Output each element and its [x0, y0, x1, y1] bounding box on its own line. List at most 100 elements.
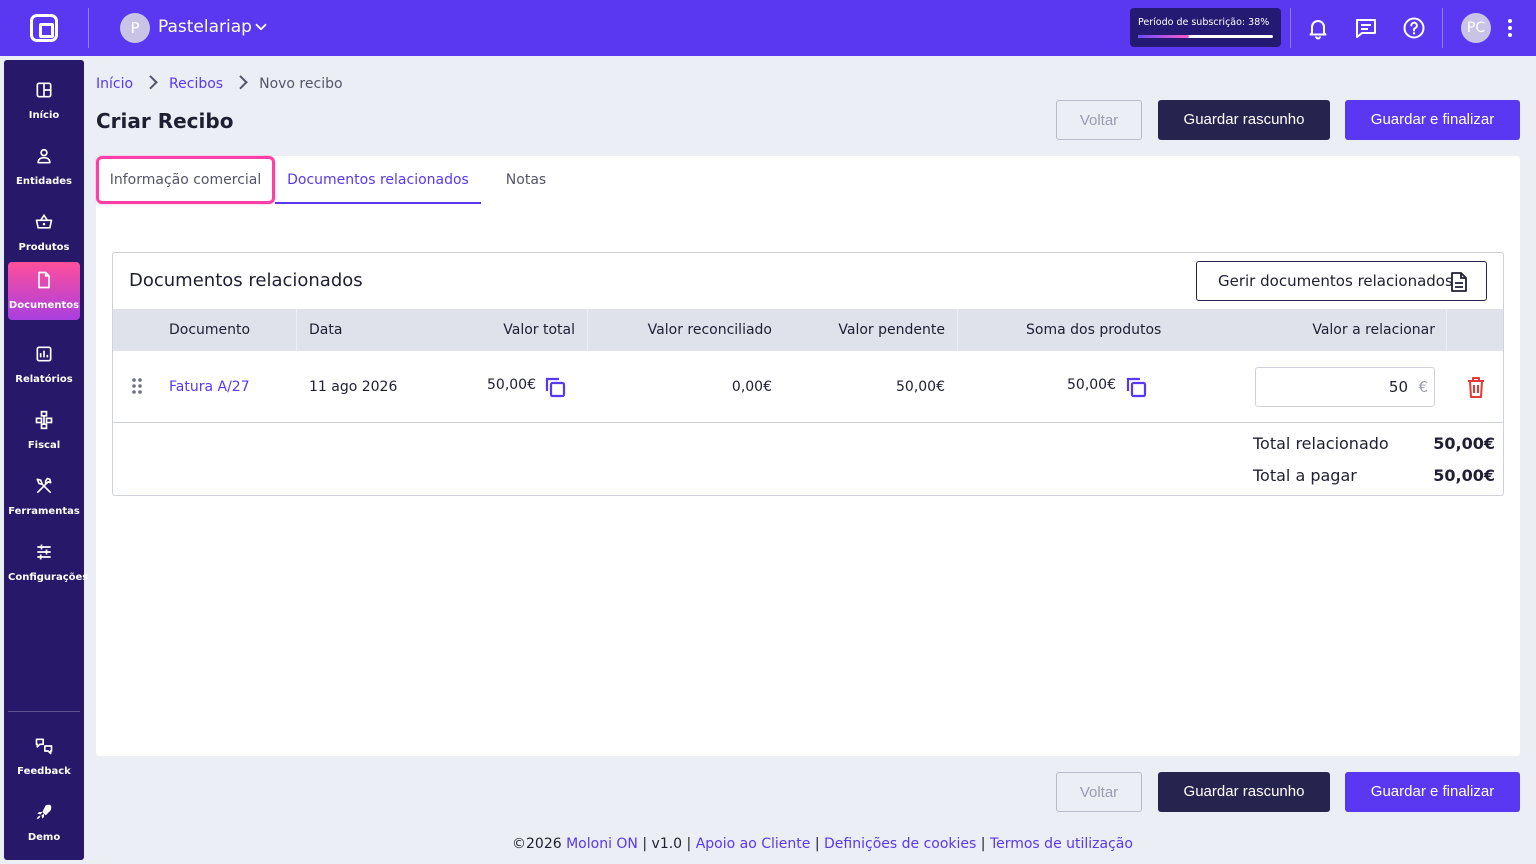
drag-handle-icon[interactable]: [131, 377, 143, 395]
save-draft-button[interactable]: Guardar rascunho: [1158, 772, 1330, 812]
chevron-right-icon: [143, 75, 158, 90]
manage-button-label: Gerir documentos relacionados: [1218, 272, 1453, 290]
document-pending: 50,00€: [896, 379, 945, 395]
save-finalize-button[interactable]: Guardar e finalizar: [1345, 100, 1520, 140]
save-draft-button[interactable]: Guardar rascunho: [1158, 100, 1330, 140]
sidebar-item-label: Documentos: [8, 300, 80, 311]
total-related-value: 50,00€: [1433, 434, 1495, 453]
column-header-documento: Documento: [169, 322, 251, 338]
footer-terms-link[interactable]: Termos de utilização: [990, 836, 1133, 852]
company-avatar[interactable]: P: [120, 13, 150, 43]
feedback-icon: [35, 738, 53, 755]
company-name[interactable]: Pastelariap: [158, 17, 252, 37]
sidebar-item-demo[interactable]: Demo: [8, 794, 80, 852]
footer-separator: |: [980, 836, 986, 852]
receipt-form-card: Informação comercial Documentos relacion…: [96, 156, 1520, 756]
basket-icon: [35, 213, 53, 229]
document-icon: [1451, 272, 1467, 292]
relate-value-input[interactable]: 50 €: [1255, 367, 1435, 407]
subscription-period[interactable]: Período de subscrição: 38%: [1130, 8, 1281, 47]
manage-related-documents-button[interactable]: Gerir documentos relacionados: [1196, 261, 1487, 301]
footer-brand-link[interactable]: Moloni ON: [566, 836, 638, 852]
column-header-data: Data: [309, 322, 343, 338]
subscription-progress-fill: [1138, 35, 1190, 38]
sidebar-item-relatorios[interactable]: Relatórios: [8, 336, 80, 394]
column-header-valor-reconciliado: Valor reconciliado: [647, 322, 772, 338]
sidebar-item-label: Relatórios: [15, 374, 73, 385]
related-documents-panel: Documentos relacionados Gerir documentos…: [112, 252, 1504, 496]
tools-icon: [36, 477, 52, 494]
footer: ©2026 Moloni ON | v1.0 | Apoio ao Client…: [72, 836, 1536, 852]
document-date: 11 ago 2026: [309, 379, 398, 395]
back-button[interactable]: Voltar: [1056, 772, 1142, 812]
sidebar-item-inicio[interactable]: Início: [8, 72, 80, 130]
chart-icon: [36, 346, 52, 362]
help-icon[interactable]: [1402, 16, 1426, 40]
save-finalize-button[interactable]: Guardar e finalizar: [1345, 772, 1520, 812]
tab-documentos-relacionados[interactable]: Documentos relacionados: [275, 156, 481, 204]
more-vertical-icon[interactable]: [1500, 16, 1520, 40]
document-products-sum: 50,00€: [1067, 377, 1116, 393]
related-documents-title: Documentos relacionados: [129, 270, 363, 291]
sidebar-item-fiscal[interactable]: Fiscal: [8, 402, 80, 460]
dashboard-icon: [36, 82, 52, 98]
chevron-right-icon: [233, 75, 248, 90]
column-divider: [957, 309, 958, 351]
footer-copyright: ©2026: [512, 836, 562, 852]
relate-value: 50: [1388, 378, 1408, 396]
document-total: 50,00€: [487, 377, 536, 393]
message-icon[interactable]: [1354, 16, 1378, 40]
chevron-down-icon[interactable]: [252, 18, 270, 36]
rocket-icon: [36, 804, 52, 820]
column-header-valor-total: Valor total: [503, 322, 575, 338]
footer-cookies-link[interactable]: Definições de cookies: [824, 836, 976, 852]
document-icon: [38, 271, 50, 289]
sliders-icon: [37, 544, 51, 560]
total-related-label: Total relacionado: [1253, 434, 1389, 453]
sidebar-item-label: Ferramentas: [8, 506, 80, 517]
sidebar-item-label: Configurações: [8, 572, 89, 583]
page-title: Criar Recibo: [96, 109, 234, 133]
topbar-divider: [1290, 8, 1291, 48]
table-row: Fatura A/27 11 ago 2026 50,00€ 0,00€ 50,…: [113, 351, 1503, 423]
back-button[interactable]: Voltar: [1056, 100, 1142, 140]
column-header-valor-relacionar: Valor a relacionar: [1312, 322, 1435, 338]
column-divider: [296, 309, 297, 351]
sidebar-item-label: Demo: [27, 832, 61, 843]
breadcrumb: Início Recibos Novo recibo: [96, 75, 343, 92]
document-link[interactable]: Fatura A/27: [169, 379, 250, 395]
moloni-logo-icon[interactable]: [30, 14, 58, 42]
sidebar-item-label: Entidades: [16, 176, 72, 187]
sidebar-item-entidades[interactable]: Entidades: [8, 138, 80, 196]
subscription-label: Período de subscrição: 38%: [1138, 17, 1270, 28]
table-header: Documento Data Valor total Valor reconci…: [113, 309, 1503, 351]
footer-support-link[interactable]: Apoio ao Cliente: [696, 836, 811, 852]
copy-icon[interactable]: [543, 375, 567, 399]
breadcrumb-home-link[interactable]: Início: [96, 76, 133, 92]
sidebar: Início Entidades Produtos Documentos Rel…: [4, 60, 89, 860]
sidebar-item-ferramentas[interactable]: Ferramentas: [8, 468, 80, 526]
sidebar-item-label: Fiscal: [27, 440, 61, 451]
total-to-pay-value: 50,00€: [1433, 466, 1495, 485]
trash-icon[interactable]: [1465, 375, 1487, 399]
sidebar-item-feedback[interactable]: Feedback: [8, 728, 80, 786]
bell-icon[interactable]: [1306, 16, 1330, 40]
topbar-divider: [1442, 8, 1443, 48]
footer-separator: |: [642, 836, 648, 852]
sidebar-item-produtos[interactable]: Produtos: [8, 204, 80, 262]
footer-separator: |: [686, 836, 692, 852]
footer-separator: |: [814, 836, 820, 852]
sidebar-item-configuracoes[interactable]: Configurações: [8, 534, 89, 592]
sidebar-item-label: Feedback: [17, 766, 71, 777]
copy-icon[interactable]: [1124, 375, 1148, 399]
breadcrumb-section-link[interactable]: Recibos: [169, 76, 223, 92]
sidebar-item-documentos[interactable]: Documentos: [8, 262, 80, 320]
user-icon: [37, 148, 51, 164]
tab-informacao-comercial[interactable]: Informação comercial: [96, 156, 275, 204]
hierarchy-icon: [35, 410, 53, 430]
user-avatar[interactable]: PC: [1461, 13, 1491, 43]
currency-unit: €: [1418, 378, 1428, 396]
sidebar-divider: [8, 711, 80, 712]
tab-notas[interactable]: Notas: [481, 156, 571, 204]
column-divider: [1446, 309, 1447, 351]
